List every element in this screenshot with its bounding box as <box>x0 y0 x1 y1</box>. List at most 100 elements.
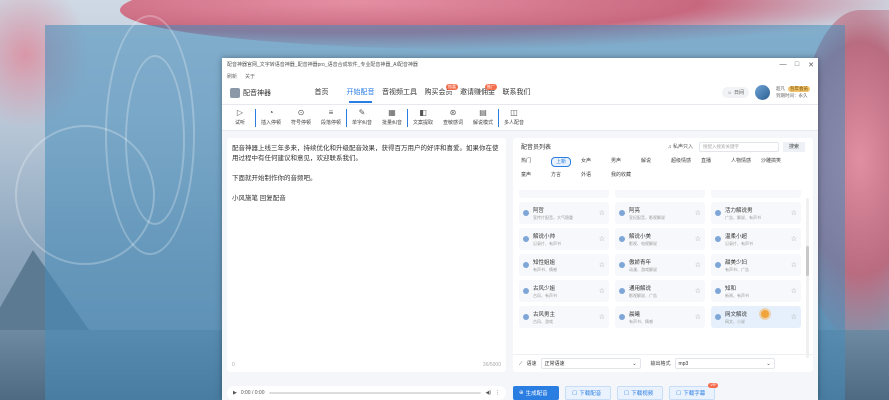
star-icon[interactable]: ☆ <box>791 313 797 321</box>
paragraph-pause-button[interactable]: ≡ 段落停顿 <box>319 109 343 127</box>
voice-card[interactable]: 知性姐姐 有声书、情感 ☆ <box>519 254 609 276</box>
voice-card[interactable]: 新闻、有声书 ☆ <box>615 190 705 198</box>
voice-card[interactable]: 傲娇青年 动漫、游戏解说 ☆ <box>615 254 705 276</box>
tool-label: 批量纠音 <box>381 120 402 126</box>
symbol-pause-icon: ⊙ <box>297 108 305 117</box>
category-new[interactable]: 上新 <box>551 157 581 167</box>
download-subtitle-button[interactable]: ▢ 下载字幕 VIP <box>669 383 718 400</box>
volume-icon[interactable]: ◀) <box>485 390 491 396</box>
category-character-emotion[interactable]: 人物情感 <box>731 157 761 167</box>
category-dialect[interactable]: 方言 <box>551 171 581 179</box>
star-icon[interactable]: ☆ <box>599 235 605 243</box>
star-icon[interactable]: ☆ <box>599 190 605 191</box>
star-icon[interactable]: ☆ <box>695 261 701 269</box>
category-male[interactable]: 男声 <box>611 157 641 167</box>
format-select[interactable]: mp3 ⌄ <box>674 358 775 369</box>
star-icon[interactable]: ☆ <box>599 287 605 295</box>
voice-card[interactable]: 阿亮 宣纪配音，影视解说 ☆ <box>615 202 705 224</box>
voice-card[interactable]: 通用解说 影视解说、广告 ☆ <box>615 280 705 302</box>
voice-card[interactable]: 广告、解说、有声书 ☆ <box>711 190 801 198</box>
char-correct-button[interactable]: ✎ 单字纠音 <box>350 109 374 127</box>
symbol-pause-button[interactable]: ⊙ 符号停顿 <box>289 108 313 127</box>
star-icon[interactable]: ☆ <box>791 209 797 217</box>
voice-avatar-icon <box>715 236 721 242</box>
minimize-button[interactable]: — <box>776 61 790 69</box>
category-favorites[interactable]: 我的收藏 <box>611 171 641 179</box>
tab-start-dubbing[interactable]: 开始配音 <box>341 81 380 105</box>
star-icon[interactable]: ☆ <box>791 287 797 295</box>
batch-correct-button[interactable]: ▦ 批量纠音 <box>380 109 404 127</box>
progress-track[interactable] <box>268 392 482 394</box>
category-child[interactable]: 童声 <box>521 171 551 179</box>
text-extract-button[interactable]: ◧ 文案提取 <box>411 109 435 127</box>
voice-card[interactable]: 温柔小超 记录片、有声书 ☆ <box>711 228 801 250</box>
tab-invite[interactable]: 邀请赚佣金 推广 <box>458 81 497 105</box>
voice-search-input[interactable]: 搜配入搜索关键字 <box>699 141 779 152</box>
close-button[interactable]: ✕ <box>804 61 818 69</box>
star-icon[interactable]: ☆ <box>599 261 605 269</box>
narration-mode-button[interactable]: ▤ 解说模式 <box>471 108 495 127</box>
download-audio-button[interactable]: ▢ 下载配音 <box>565 386 611 400</box>
video-icon: ▢ <box>624 390 630 396</box>
maximize-button[interactable]: □ <box>790 61 804 69</box>
category-foreign[interactable]: 外语 <box>581 171 611 179</box>
tab-buy-membership[interactable]: 购买会员 惊喜 <box>419 81 458 105</box>
star-icon[interactable]: ☆ <box>791 261 797 269</box>
voice-card[interactable]: 活力解说男 广告、解说、有声书 ☆ <box>711 202 801 224</box>
voice-avatar-icon <box>523 236 529 242</box>
multi-voice-button[interactable]: ◫ 多人配音 <box>502 109 526 127</box>
category-funny[interactable]: 沙雕搞笑 <box>761 157 791 167</box>
voice-name: 傲娇青年 <box>629 259 652 266</box>
voice-card[interactable]: 解说小帅 记录片、有声书 ☆ <box>519 228 609 250</box>
voice-text: 广告、解说、有声书 <box>725 190 787 191</box>
voice-card[interactable]: 古风男主 古风、游戏 ☆ <box>519 306 609 328</box>
app-logo[interactable]: 配音神器 <box>230 87 290 98</box>
voice-card[interactable]: 古风少姐 古风、有声书 ☆ <box>519 280 609 302</box>
voice-name: 温柔小超 <box>725 233 748 240</box>
category-hot[interactable]: 热门 <box>521 157 551 167</box>
star-icon[interactable]: ☆ <box>599 209 605 217</box>
text-editor[interactable]: 配音神器上线三年多来，持续优化和升级配音效果，获得百万用户的好评和喜爱。如果你在… <box>227 138 506 372</box>
category-live[interactable]: 直播 <box>701 157 731 167</box>
narration-icon: ▤ <box>479 108 487 117</box>
voice-card[interactable]: 甜美少妇 有声书、广告 ☆ <box>711 254 801 276</box>
voice-search-button[interactable]: 搜索 <box>783 141 805 152</box>
tab-home[interactable]: 首页 <box>302 81 341 105</box>
private-voice-label: 私声只入 <box>672 144 693 150</box>
avatar[interactable] <box>755 85 770 100</box>
category-super-emotion[interactable]: 超级情感 <box>671 157 701 167</box>
speed-select[interactable]: 正常语速 ⌄ <box>540 358 641 369</box>
scroll-thumb[interactable] <box>806 246 809 276</box>
voice-card[interactable]: 有情感二，播报可爱 ☆ <box>519 190 609 198</box>
category-female[interactable]: 女声 <box>581 157 611 167</box>
menu-refresh[interactable]: 刷新 <box>227 73 237 80</box>
voice-card[interactable]: 阿哲 宣传片配音，大气稳重 ☆ <box>519 202 609 224</box>
star-icon[interactable]: ☆ <box>695 313 701 321</box>
generate-button[interactable]: ⊕ 生成配音 <box>513 386 559 400</box>
menu-about[interactable]: 关于 <box>245 73 255 80</box>
star-icon[interactable]: ☆ <box>695 209 701 217</box>
star-icon[interactable]: ☆ <box>695 287 701 295</box>
more-icon[interactable]: ⋮ <box>495 390 500 396</box>
sensitive-word-button[interactable]: ⊛ 查敏感词 <box>441 109 465 127</box>
voice-card[interactable]: 解说小美 影视、电视解说 ☆ <box>615 228 705 250</box>
voice-scrollbar[interactable] <box>806 198 809 358</box>
category-narration[interactable]: 解说 <box>641 157 671 167</box>
tab-av-tools[interactable]: 音视频工具 <box>380 81 419 105</box>
star-icon[interactable]: ☆ <box>791 235 797 243</box>
day-mode-toggle[interactable]: ☼ 日间 <box>722 87 749 98</box>
tool-label: 单字纠音 <box>351 120 372 126</box>
star-icon[interactable]: ☆ <box>695 235 701 243</box>
private-voice-toggle[interactable]: ♫ 私声只入 <box>668 143 693 150</box>
voice-card[interactable]: 知和 新闻、有声书 ☆ <box>711 280 801 302</box>
voice-card[interactable]: 网文解说 网文、小说 ☆ <box>711 306 801 328</box>
tab-contact[interactable]: 联系我们 <box>497 81 536 105</box>
insert-pause-button[interactable]: ◔ 插入停顿 <box>259 109 283 127</box>
voice-card[interactable]: 晨曦 有声书、情感 ☆ <box>615 306 705 328</box>
star-icon[interactable]: ☆ <box>599 313 605 321</box>
preview-button[interactable]: ▷ 试听 <box>228 109 252 127</box>
play-icon[interactable]: ▶ <box>233 390 237 396</box>
star-icon[interactable]: ☆ <box>791 190 797 191</box>
download-video-button[interactable]: ▢ 下载视频 <box>617 386 663 400</box>
star-icon[interactable]: ☆ <box>695 190 701 191</box>
